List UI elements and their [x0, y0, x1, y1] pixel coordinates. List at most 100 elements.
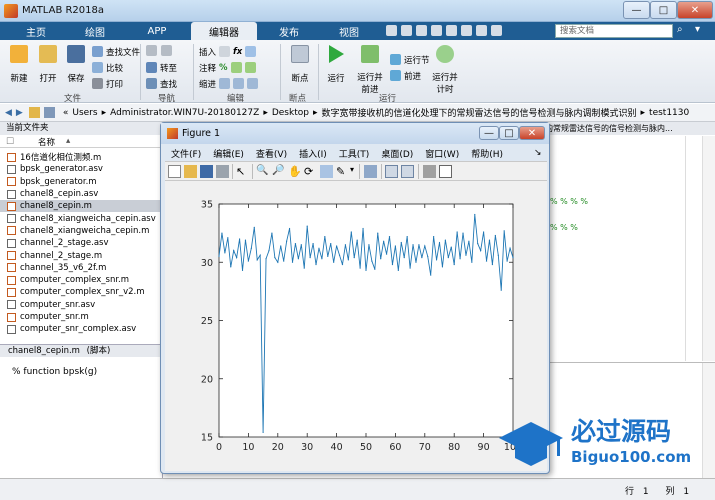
command-scrollbar[interactable] [702, 363, 715, 479]
search-input[interactable]: 搜索文档 [555, 24, 673, 38]
help-icon[interactable] [491, 25, 502, 36]
legend-icon[interactable] [401, 165, 414, 178]
back-arrow-icon[interactable]: ◀ [5, 108, 12, 118]
fx-icon[interactable]: fx [233, 47, 242, 57]
breakpoints-button[interactable]: 断点 [286, 45, 314, 84]
figure-minimize-button[interactable]: — [479, 126, 499, 140]
find-button[interactable]: 查找 [146, 77, 177, 90]
menu-insert[interactable]: 插入(I) [293, 147, 333, 160]
tab-editor[interactable]: 编辑器 [191, 22, 257, 40]
insert-button[interactable]: 插入 fx [199, 45, 257, 58]
figure-window[interactable]: Figure 1 — □ ✕ 文件(F) 编辑(E) 查看(V) 插入(I) 工… [160, 122, 550, 474]
figure-close-button[interactable]: ✕ [519, 126, 545, 140]
file-list-item[interactable]: computer_complex_snr_v2.m [0, 286, 163, 298]
run-button[interactable]: 运行 [323, 45, 349, 84]
file-list-item[interactable]: chanel8_xiangweicha_cepin.m [0, 225, 163, 237]
data-cursor-icon[interactable] [320, 165, 333, 178]
back-icon[interactable] [146, 45, 157, 56]
ribbon-minimize-icon[interactable]: ▾ [695, 24, 709, 38]
print-figure-icon[interactable] [216, 165, 229, 178]
tab-publish[interactable]: 发布 [262, 22, 316, 40]
new-figure-icon[interactable] [168, 165, 181, 178]
close-button[interactable]: ✕ [677, 1, 713, 19]
brush-dropdown-icon[interactable]: ▾ [350, 165, 354, 174]
save-figure-icon[interactable] [200, 165, 213, 178]
figure-maximize-button[interactable]: □ [499, 126, 519, 140]
file-list-item[interactable]: computer_snr.asv [0, 299, 163, 311]
menu-desktop[interactable]: 桌面(D) [375, 147, 419, 160]
link-plot-icon[interactable] [364, 165, 377, 178]
line-chart[interactable]: 0 10 20 30 40 50 60 70 80 90 1001520253035 [165, 181, 547, 471]
run-section-button[interactable]: 运行节 [390, 53, 430, 66]
open-button[interactable]: 打开 [36, 45, 60, 84]
forward-icon[interactable] [161, 45, 172, 56]
plot-area[interactable] [218, 203, 514, 438]
cut-icon[interactable] [401, 25, 412, 36]
file-list-item[interactable]: bpsk_generator.asv [0, 163, 163, 175]
file-list-item[interactable]: 16信道化相位测频.m [0, 151, 163, 163]
breadcrumb-project[interactable]: 数字宽带接收机的信道化处理下的常规雷达信号的信号检测与脉内调制模式识别 [322, 106, 637, 119]
tab-view[interactable]: 视图 [321, 22, 377, 40]
minimize-button[interactable]: — [623, 1, 650, 19]
breadcrumb-users[interactable]: Users [72, 108, 97, 118]
zoom-in-icon[interactable]: 🔍 [256, 165, 269, 178]
menu-view[interactable]: 查看(V) [250, 147, 293, 160]
save-button[interactable]: 保存 [64, 45, 88, 84]
rotate-icon[interactable]: ⟳ [304, 165, 317, 178]
redo-icon[interactable] [461, 25, 472, 36]
compare-button[interactable]: 比较 [92, 61, 123, 74]
run-and-advance-button[interactable]: 运行并 前进 [355, 45, 385, 95]
file-list-item[interactable]: chanel8_xiangweicha_cepin.asv [0, 213, 163, 225]
save-icon[interactable] [386, 25, 397, 36]
search-icon[interactable]: ⌕ [677, 24, 691, 38]
indent-button[interactable]: 缩进 [199, 77, 259, 90]
file-list-item[interactable]: chanel8_cepin.asv [0, 188, 163, 200]
hide-plot-tools-icon[interactable] [423, 165, 436, 178]
file-list-item[interactable]: bpsk_generator.m [0, 176, 163, 188]
column-header[interactable]: □ 名称 ▴ [0, 136, 163, 148]
find-files-button[interactable]: 查找文件 [92, 45, 140, 58]
zoom-out-icon[interactable]: 🔎 [272, 165, 285, 178]
maximize-button[interactable]: □ [650, 1, 677, 19]
tab-plots[interactable]: 绘图 [66, 22, 124, 40]
file-list-item[interactable]: computer_complex_snr.m [0, 274, 163, 286]
paste-icon[interactable] [431, 25, 442, 36]
breadcrumb-user-dir[interactable]: Administrator.WIN7U-20180127Z [110, 108, 259, 118]
figure-title-bar[interactable]: Figure 1 — □ ✕ [161, 123, 549, 144]
menu-edit[interactable]: 编辑(E) [207, 147, 250, 160]
menu-help[interactable]: 帮助(H) [465, 147, 509, 160]
colorbar-icon[interactable] [385, 165, 398, 178]
pointer-icon[interactable]: ↖ [236, 165, 249, 178]
breadcrumb-test1130[interactable]: test1130 [649, 108, 689, 118]
forward-arrow-icon[interactable]: ▶ [16, 108, 23, 118]
brush-icon[interactable]: ✎ [336, 165, 349, 178]
editor-tab[interactable]: 的常规雷达信号的信号检测与脉内... [545, 122, 715, 135]
show-plot-tools-icon[interactable] [439, 165, 452, 178]
advance-button[interactable]: 前进 [390, 69, 421, 82]
browse-icon[interactable] [43, 107, 55, 118]
undo-icon[interactable] [446, 25, 457, 36]
comment-button[interactable]: 注释% [199, 61, 256, 74]
file-list-item[interactable]: computer_snr.m [0, 311, 163, 323]
file-list-item[interactable]: channel_2_stage.asv [0, 237, 163, 249]
pan-icon[interactable]: ✋ [288, 165, 302, 178]
copy-icon[interactable] [416, 25, 427, 36]
menu-file[interactable]: 文件(F) [165, 147, 207, 160]
new-button[interactable]: 新建 [8, 45, 30, 84]
tab-home[interactable]: 主页 [10, 22, 62, 40]
figure-canvas[interactable]: 0 10 20 30 40 50 60 70 80 90 100 15 20 25 30 35 [165, 181, 547, 471]
editor-pane[interactable]: 的常规雷达信号的信号检测与脉内... % % % % % % % [545, 122, 715, 362]
tab-apps[interactable]: APP [128, 22, 186, 40]
switch-window-icon[interactable] [476, 25, 487, 36]
goto-button[interactable]: 转至 [146, 61, 177, 74]
open-file-icon[interactable] [184, 165, 197, 178]
menu-tools[interactable]: 工具(T) [333, 147, 376, 160]
menu-dock-icon[interactable]: ↘ [534, 148, 542, 158]
breadcrumb-desktop[interactable]: Desktop [272, 108, 309, 118]
editor-scrollbar[interactable] [702, 136, 715, 361]
run-and-time-button[interactable]: 运行并 计时 [430, 45, 460, 95]
file-list-item[interactable]: channel_2_stage.m [0, 249, 163, 261]
file-list-item[interactable]: channel_35_v6_2f.m [0, 262, 163, 274]
file-list-item[interactable]: chanel8_cepin.m [0, 200, 163, 213]
menu-window[interactable]: 窗口(W) [419, 147, 465, 160]
